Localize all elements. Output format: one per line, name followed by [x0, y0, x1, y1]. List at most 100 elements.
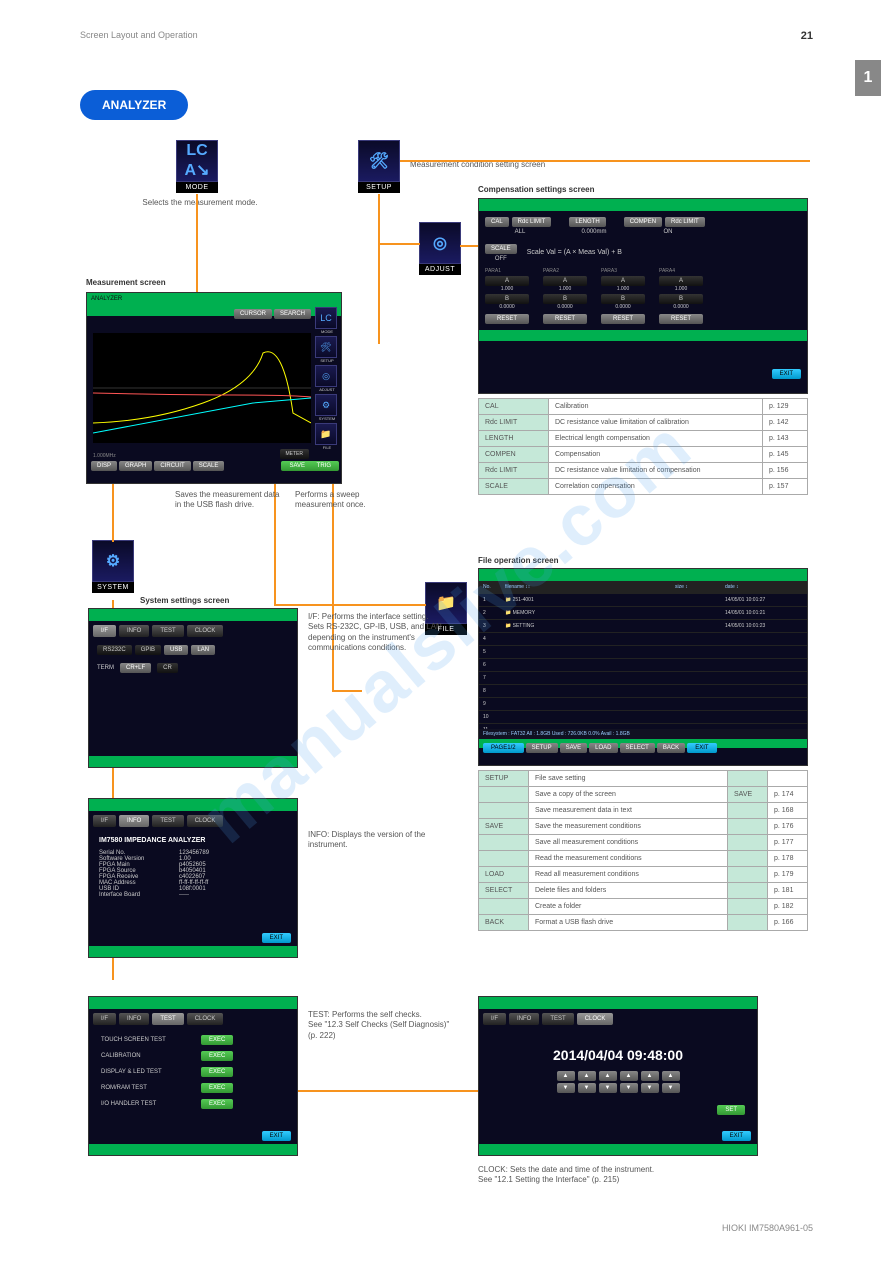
trig-button[interactable]: TRIG: [309, 461, 339, 471]
set-button[interactable]: SET: [717, 1105, 745, 1115]
exit-info[interactable]: EXIT: [262, 933, 291, 943]
tab-if-4[interactable]: I/F: [483, 1013, 506, 1025]
sidebar-chapter: 1: [855, 60, 881, 96]
cal-val: ALL: [485, 229, 555, 235]
adjust-label: ADJUST: [419, 264, 461, 275]
meter-label: METER: [280, 449, 310, 459]
adjust-icon[interactable]: ◎: [419, 222, 461, 264]
length-val: 0.000mm: [573, 229, 615, 235]
usb-button[interactable]: USB: [164, 645, 188, 655]
cursor-button[interactable]: CURSOR: [234, 309, 272, 319]
lan-button[interactable]: LAN: [191, 645, 215, 655]
connector: [400, 160, 810, 162]
connector: [196, 194, 198, 294]
tab-clock[interactable]: CLOCK: [187, 625, 224, 637]
info-screen: I/F INFO TEST CLOCK IM7580 IMPEDANCE ANA…: [88, 798, 298, 958]
side-system-icon[interactable]: ⚙: [315, 394, 337, 416]
tab-if-3[interactable]: I/F: [93, 1013, 116, 1025]
mode-label: MODE: [176, 182, 218, 193]
section-title: Measurement screen: [86, 278, 166, 288]
connector: [460, 245, 478, 247]
test-screen: I/F INFO TEST CLOCK TOUCH SCREEN TESTEXE…: [88, 996, 298, 1156]
tab-clock-3[interactable]: CLOCK: [187, 1013, 224, 1025]
col-date[interactable]: date ↕: [721, 584, 807, 590]
system-title: System settings screen: [140, 596, 229, 606]
tab-test-4[interactable]: TEST: [542, 1013, 573, 1025]
connector: [332, 482, 334, 692]
scale-button-adj[interactable]: SCALE: [485, 244, 517, 254]
exit-button-adj[interactable]: EXIT: [772, 369, 801, 379]
file-title: File operation screen: [478, 556, 558, 566]
tab-test-3[interactable]: TEST: [152, 1013, 183, 1025]
circuit-button[interactable]: CIRCUIT: [154, 461, 190, 471]
rdclimit2-button[interactable]: Rdc LIMIT: [665, 217, 705, 227]
file-table: SETUPFile save settingSave a copy of the…: [478, 770, 808, 931]
tab-clock-2[interactable]: CLOCK: [187, 815, 224, 827]
rdclimit1-button[interactable]: Rdc LIMIT: [512, 217, 552, 227]
exit-test[interactable]: EXIT: [262, 1131, 291, 1141]
system-if-screen: I/F INFO TEST CLOCK RS232C GPIB USB LAN …: [88, 608, 298, 768]
file-screen: No. filename ↕↕ size ↕ date ↕ 1📁 251-400…: [478, 568, 808, 766]
clock-desc: CLOCK: Sets the date and time of the ins…: [478, 1165, 728, 1186]
graph-button[interactable]: GRAPH: [119, 461, 152, 471]
adjust-screen: CALRdc LIMIT LENGTH COMPENRdc LIMIT ALL …: [478, 198, 808, 394]
analyzer-screen: ANALYZER CURSOR SEARCH LCMODE 🛠SETUP ◎AD…: [86, 292, 342, 484]
tab-if-2[interactable]: I/F: [93, 815, 116, 827]
system-label: SYSTEM: [92, 582, 134, 593]
search-button[interactable]: SEARCH: [274, 309, 311, 319]
exit-clock[interactable]: EXIT: [722, 1131, 751, 1141]
compen-val: ON: [633, 229, 703, 235]
cr-button[interactable]: CR: [157, 663, 178, 673]
mode-icon[interactable]: LCA↘: [176, 140, 218, 182]
connector: [378, 194, 380, 344]
header-left: Screen Layout and Operation: [80, 30, 198, 42]
crlf-button[interactable]: CR+LF: [120, 663, 151, 673]
analyzer-graph: [93, 333, 311, 443]
disp-button[interactable]: DISP: [91, 461, 117, 471]
scale-button[interactable]: SCALE: [193, 461, 225, 471]
footer-right: HIOKI IM7580A961-05: [722, 1223, 813, 1233]
mode-caption: Selects the measurement mode.: [130, 198, 270, 208]
tab-clock-4[interactable]: CLOCK: [577, 1013, 614, 1025]
adjust-icon-block: ◎ ADJUST: [419, 222, 461, 275]
col-size[interactable]: size ↕: [671, 584, 721, 590]
cal-button[interactable]: CAL: [485, 217, 509, 227]
clock-datetime: 2014/04/04 09:48:00: [479, 1047, 757, 1063]
test-desc: TEST: Performs the self checks. See "12.…: [308, 1010, 458, 1041]
info-desc: INFO: Displays the version of the instru…: [308, 830, 458, 851]
system-icon[interactable]: ⚙: [92, 540, 134, 582]
side-mode-icon[interactable]: LC: [315, 307, 337, 329]
scale-formula: Scale Val = (A × Meas Val) + B: [527, 249, 622, 256]
fs-line: Filesystem : FAT32 All : 1.8GB Used : 72…: [479, 729, 807, 739]
side-setup-icon[interactable]: 🛠: [315, 336, 337, 358]
side-icon-column: LCMODE 🛠SETUP ◎ADJUST ⚙SYSTEM 📁FILE: [315, 307, 339, 452]
setup-icon-block: 🛠 SETUP: [358, 140, 400, 193]
adjust-title: Compensation settings screen: [478, 185, 594, 195]
tab-info-3[interactable]: INFO: [119, 1013, 149, 1025]
compen-button[interactable]: COMPEN: [624, 217, 662, 227]
length-button[interactable]: LENGTH: [569, 217, 605, 227]
connector: [112, 482, 114, 542]
connector: [290, 1090, 480, 1092]
tab-info-4[interactable]: INFO: [509, 1013, 539, 1025]
analyzer-pill: ANALYZER: [80, 90, 188, 120]
side-adjust-icon[interactable]: ◎: [315, 365, 337, 387]
gpib-button[interactable]: GPIB: [135, 645, 161, 655]
tab-test-2[interactable]: TEST: [152, 815, 183, 827]
tab-if[interactable]: I/F: [93, 625, 116, 637]
clock-screen: I/F INFO TEST CLOCK 2014/04/04 09:48:00 …: [478, 996, 758, 1156]
rs232c-button[interactable]: RS232C: [97, 645, 132, 655]
save-desc: Saves the measurement data in the USB fl…: [175, 490, 285, 511]
term-label: TERM: [97, 665, 114, 671]
setup-icon[interactable]: 🛠: [358, 140, 400, 182]
side-file-icon[interactable]: 📁: [315, 423, 337, 445]
col-no[interactable]: No.: [479, 584, 501, 590]
tab-info[interactable]: INFO: [119, 625, 149, 637]
page-number: 21: [801, 30, 813, 42]
mode-icon-block: LCA↘ MODE: [176, 140, 218, 193]
tab-info-2[interactable]: INFO: [119, 815, 149, 827]
tab-test[interactable]: TEST: [152, 625, 183, 637]
trig-desc: Performs a sweep measurement once.: [295, 490, 405, 511]
connector: [332, 690, 362, 692]
col-filename[interactable]: filename ↕↕: [501, 584, 671, 590]
